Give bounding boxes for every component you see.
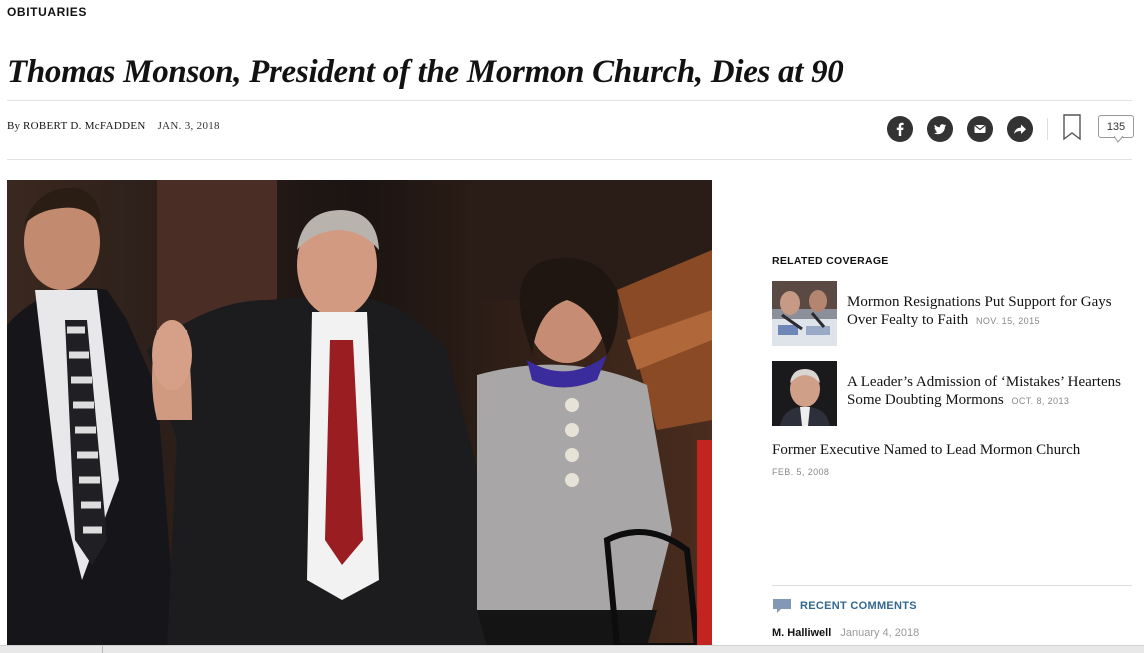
share-tools: 135 <box>887 113 1134 146</box>
speech-bubble-icon <box>773 599 791 613</box>
section-kicker[interactable]: OBITUARIES <box>7 5 87 19</box>
share-divider <box>1047 118 1048 140</box>
scrollbar-thumb-edge <box>102 646 103 653</box>
header-divider <box>7 100 1132 101</box>
comments-button[interactable]: 135 <box>1098 115 1134 143</box>
comments-icon <box>1114 136 1124 143</box>
related-date: NOV. 15, 2015 <box>975 316 1040 326</box>
byline-prefix: By <box>7 120 21 132</box>
related-coverage-heading: RELATED COVERAGE <box>772 255 889 267</box>
comment-count: 135 <box>1098 115 1134 138</box>
related-date: OCT. 8, 2013 <box>1011 396 1070 406</box>
lead-photo[interactable] <box>7 180 712 646</box>
article-headline: Thomas Monson, President of the Mormon C… <box>7 54 844 90</box>
twitter-icon[interactable] <box>927 116 953 142</box>
related-headline[interactable]: Former Executive Named to Lead Mormon Ch… <box>772 442 1080 458</box>
recent-comments-heading[interactable]: RECENT COMMENTS <box>772 598 917 614</box>
publish-date: JAN. 3, 2018 <box>157 120 220 132</box>
related-item[interactable]: Former Executive Named to Lead Mormon Ch… <box>772 441 1142 481</box>
commenter-name[interactable]: M. Halliwell <box>772 627 831 639</box>
share-icon[interactable] <box>1007 116 1033 142</box>
byline-divider <box>7 159 1132 160</box>
facebook-icon[interactable] <box>887 116 913 142</box>
comment-meta: M. Halliwell January 4, 2018 <box>772 627 919 639</box>
related-date: FEB. 5, 2008 <box>772 467 830 477</box>
comment-date: January 4, 2018 <box>840 627 920 639</box>
related-item[interactable]: Mormon Resignations Put Support for Gays… <box>772 281 1142 346</box>
bookmark-icon[interactable] <box>1062 113 1082 146</box>
author-link[interactable]: ROBERT D. McFADDEN <box>23 120 146 132</box>
comments-divider <box>772 585 1132 586</box>
horizontal-scrollbar[interactable] <box>0 645 1144 653</box>
related-thumbnail[interactable] <box>772 281 837 346</box>
byline: By ROBERT D. McFADDEN JAN. 3, 2018 <box>7 120 220 132</box>
related-item[interactable]: A Leader’s Admission of ‘Mistakes’ Heart… <box>772 361 1142 426</box>
related-thumbnail[interactable] <box>772 361 837 426</box>
recent-comments-label: RECENT COMMENTS <box>800 600 917 612</box>
email-icon[interactable] <box>967 116 993 142</box>
byline-text: By ROBERT D. McFADDEN <box>7 120 146 132</box>
related-headline[interactable]: A Leader’s Admission of ‘Mistakes’ Heart… <box>847 374 1121 408</box>
